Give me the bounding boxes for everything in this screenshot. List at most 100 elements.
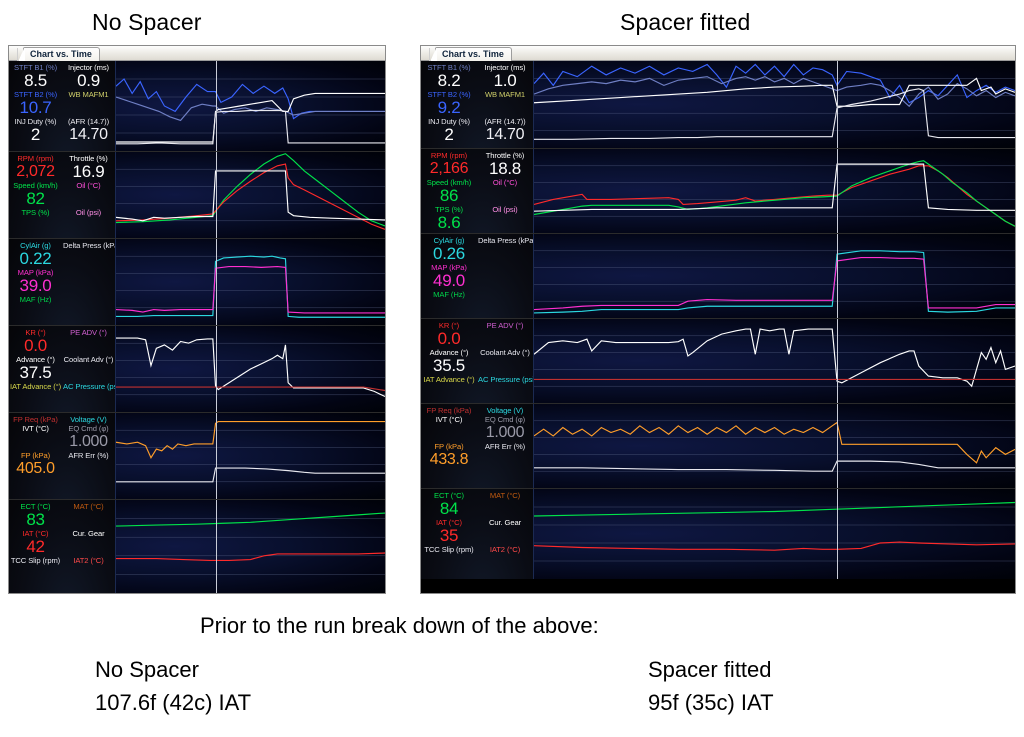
readout-cell-injector-ms[interactable]: Injector (ms) 1.0 bbox=[477, 63, 533, 90]
readout-cell-iat-c[interactable]: IAT (°C) 42 bbox=[9, 529, 62, 556]
readout-cell-wb-mafm1[interactable]: WB MAFM1 bbox=[477, 90, 533, 117]
readout-cell-cur-gear[interactable]: Cur. Gear bbox=[62, 529, 115, 556]
readout-cell-iat-advance[interactable]: IAT Advance (°) bbox=[9, 382, 62, 391]
readout-cell-voltage-v[interactable]: Voltage (V) bbox=[477, 406, 533, 415]
chart-plot-fuel[interactable] bbox=[534, 61, 1015, 148]
readout-cell-ivt-c[interactable]: IVT (°C) bbox=[9, 424, 62, 451]
readout-cell-advance[interactable]: Advance (°) 37.5 bbox=[9, 355, 62, 382]
readout-cell-afr-err[interactable]: AFR Err (%) bbox=[477, 442, 533, 469]
chart-cursor-line[interactable] bbox=[837, 61, 839, 148]
chart-cursor-line[interactable] bbox=[215, 239, 217, 325]
readout-cell-coolant-adv[interactable]: Coolant Adv (°) bbox=[477, 348, 533, 375]
chart-cursor-line[interactable] bbox=[215, 61, 217, 151]
tab-chart-vs-time[interactable]: Chart vs. Time bbox=[429, 47, 512, 61]
readout-panel-timing[interactable]: KR (°) 0.0 PE ADV (°) Advance (°) 37.5 Coolan… bbox=[9, 326, 116, 412]
chart-plot-timing[interactable] bbox=[534, 319, 1015, 403]
readout-cell-voltage-v[interactable]: Voltage (V) bbox=[62, 415, 115, 424]
chart-plot-air[interactable] bbox=[116, 239, 385, 325]
readout-cell-oil-psi[interactable]: Oil (psi) bbox=[62, 208, 115, 217]
readout-cell-wb-mafm1[interactable]: WB MAFM1 bbox=[62, 90, 115, 117]
readout-panel-temps[interactable]: ECT (°C) 83 MAT (°C) IAT (°C) 42 Cur. Gear TCC… bbox=[9, 500, 116, 593]
readout-cell-tps[interactable]: TPS (%) 8.6 bbox=[421, 205, 477, 232]
chart-plot-timing[interactable] bbox=[116, 326, 385, 412]
readout-panel-fuelpress[interactable]: FP Req (kPa) Voltage (V) IVT (°C) EQ Cmd (φ… bbox=[421, 404, 534, 488]
readout-cell-throttle[interactable]: Throttle (%) 16.9 bbox=[62, 154, 115, 181]
datalog-window-spacer-fitted[interactable]: Chart vs. Time STFT B1 (%) 8.2 Injector (ms… bbox=[420, 45, 1016, 594]
readout-cell-delta-press-kpa[interactable]: Delta Press (kPa) bbox=[477, 236, 533, 263]
readout-cell-pe-adv[interactable]: PE ADV (°) bbox=[62, 328, 115, 355]
readout-cell-delta-press-kpa[interactable]: Delta Press (kPa) bbox=[62, 241, 115, 268]
chart-plot-fuelpress[interactable] bbox=[116, 413, 385, 499]
readout-cell-rpm-rpm[interactable]: RPM (rpm) 2,072 bbox=[9, 154, 62, 181]
readout-cell-afr-14-7[interactable]: (AFR (14.7)) 14.70 bbox=[62, 117, 115, 144]
readout-panel-engine[interactable]: RPM (rpm) 2,166 Throttle (%) 18.8 Speed (km/… bbox=[421, 149, 534, 233]
chart-plot-engine[interactable] bbox=[116, 152, 385, 238]
readout-cell-stft-b2[interactable]: STFT B2 (%) 10.7 bbox=[9, 90, 62, 117]
readout-cell-ect-c[interactable]: ECT (°C) 83 bbox=[9, 502, 62, 529]
readout-cell-afr-14-7[interactable]: (AFR (14.7)) 14.70 bbox=[477, 117, 533, 144]
readout-cell-advance[interactable]: Advance (°) 35.5 bbox=[421, 348, 477, 375]
readout-panel-fuel[interactable]: STFT B1 (%) 8.5 Injector (ms) 0.9 STFT B2 (%… bbox=[9, 61, 116, 151]
readout-cell-fp-kpa[interactable]: FP (kPa) 405.0 bbox=[9, 451, 62, 478]
readout-cell-map-kpa[interactable]: MAP (kPa) 49.0 bbox=[421, 263, 477, 290]
readout-cell-kr[interactable]: KR (°) 0.0 bbox=[421, 321, 477, 348]
chart-cursor-line[interactable] bbox=[215, 152, 217, 238]
readout-cell-oil-c[interactable]: Oil (°C) bbox=[62, 181, 115, 208]
readout-cell-fp-kpa[interactable]: FP (kPa) 433.8 bbox=[421, 442, 477, 469]
readout-cell-maf-hz[interactable]: MAF (Hz) bbox=[421, 290, 477, 299]
readout-panel-timing[interactable]: KR (°) 0.0 PE ADV (°) Advance (°) 35.5 Coolan… bbox=[421, 319, 534, 403]
chart-cursor-line[interactable] bbox=[837, 319, 839, 403]
readout-cell-stft-b2[interactable]: STFT B2 (%) 9.2 bbox=[421, 90, 477, 117]
readout-cell-iat2-c[interactable]: IAT2 (°C) bbox=[477, 545, 533, 554]
readout-cell-ac-pressure-psi[interactable]: AC Pressure (psi) bbox=[477, 375, 533, 384]
readout-cell-injector-ms[interactable]: Injector (ms) 0.9 bbox=[62, 63, 115, 90]
readout-panel-fuelpress[interactable]: FP Req (kPa) Voltage (V) IVT (°C) EQ Cmd (φ… bbox=[9, 413, 116, 499]
chart-cursor-line[interactable] bbox=[215, 326, 217, 412]
tab-chart-vs-time[interactable]: Chart vs. Time bbox=[17, 47, 100, 61]
readout-cell-ac-pressure-psi[interactable]: AC Pressure (psi) bbox=[62, 382, 115, 391]
readout-cell-oil-c[interactable]: Oil (°C) bbox=[477, 178, 533, 205]
readout-cell-speed-km-h[interactable]: Speed (km/h) 86 bbox=[421, 178, 477, 205]
readout-panel-engine[interactable]: RPM (rpm) 2,072 Throttle (%) 16.9 Speed (km/… bbox=[9, 152, 116, 238]
readout-cell-inj-duty[interactable]: INJ Duty (%) 2 bbox=[9, 117, 62, 144]
readout-cell-blank[interactable] bbox=[62, 295, 115, 304]
readout-cell-mat-c[interactable]: MAT (°C) bbox=[477, 491, 533, 518]
readout-cell-coolant-adv[interactable]: Coolant Adv (°) bbox=[62, 355, 115, 382]
chart-cursor-line[interactable] bbox=[837, 234, 839, 318]
readout-cell-iat2-c[interactable]: IAT2 (°C) bbox=[62, 556, 115, 565]
readout-cell-ect-c[interactable]: ECT (°C) 84 bbox=[421, 491, 477, 518]
datalog-window-no-spacer[interactable]: Chart vs. Time STFT B1 (%) 8.5 Injector (ms… bbox=[8, 45, 386, 594]
chart-plot-temps[interactable] bbox=[116, 500, 385, 593]
chart-plot-temps[interactable] bbox=[534, 489, 1015, 579]
readout-panel-temps[interactable]: ECT (°C) 84 MAT (°C) IAT (°C) 35 Cur. Gear TCC… bbox=[421, 489, 534, 579]
chart-cursor-line[interactable] bbox=[837, 404, 839, 488]
readout-cell-pe-adv[interactable]: PE ADV (°) bbox=[477, 321, 533, 348]
chart-plot-air[interactable] bbox=[534, 234, 1015, 318]
chart-plot-fuelpress[interactable] bbox=[534, 404, 1015, 488]
readout-cell-blank[interactable] bbox=[62, 268, 115, 295]
readout-cell-cylair-g[interactable]: CylAir (g) 0.26 bbox=[421, 236, 477, 263]
readout-cell-cylair-g[interactable]: CylAir (g) 0.22 bbox=[9, 241, 62, 268]
readout-cell-throttle[interactable]: Throttle (%) 18.8 bbox=[477, 151, 533, 178]
readout-cell-eq-cmd[interactable]: EQ Cmd (φ) 1.000 bbox=[477, 415, 533, 442]
readout-cell-cur-gear[interactable]: Cur. Gear bbox=[477, 518, 533, 545]
readout-panel-air[interactable]: CylAir (g) 0.26 Delta Press (kPa) MAP (kPa)… bbox=[421, 234, 534, 318]
readout-cell-kr[interactable]: KR (°) 0.0 bbox=[9, 328, 62, 355]
chart-plot-fuel[interactable] bbox=[116, 61, 385, 151]
chart-cursor-line[interactable] bbox=[837, 149, 839, 233]
chart-cursor-line[interactable] bbox=[215, 413, 217, 499]
readout-cell-stft-b1[interactable]: STFT B1 (%) 8.5 bbox=[9, 63, 62, 90]
chart-cursor-line[interactable] bbox=[215, 500, 217, 593]
readout-cell-speed-km-h[interactable]: Speed (km/h) 82 bbox=[9, 181, 62, 208]
readout-cell-fp-req-kpa[interactable]: FP Req (kPa) bbox=[421, 406, 477, 415]
readout-cell-ivt-c[interactable]: IVT (°C) bbox=[421, 415, 477, 442]
readout-cell-blank[interactable] bbox=[477, 290, 533, 299]
readout-cell-mat-c[interactable]: MAT (°C) bbox=[62, 502, 115, 529]
readout-cell-tcc-slip-rpm[interactable]: TCC Slip (rpm) bbox=[9, 556, 62, 565]
readout-cell-stft-b1[interactable]: STFT B1 (%) 8.2 bbox=[421, 63, 477, 90]
readout-cell-eq-cmd[interactable]: EQ Cmd (φ) 1.000 bbox=[62, 424, 115, 451]
readout-cell-blank[interactable] bbox=[477, 263, 533, 290]
readout-cell-rpm-rpm[interactable]: RPM (rpm) 2,166 bbox=[421, 151, 477, 178]
readout-cell-afr-err[interactable]: AFR Err (%) bbox=[62, 451, 115, 478]
readout-panel-fuel[interactable]: STFT B1 (%) 8.2 Injector (ms) 1.0 STFT B2 (%… bbox=[421, 61, 534, 148]
